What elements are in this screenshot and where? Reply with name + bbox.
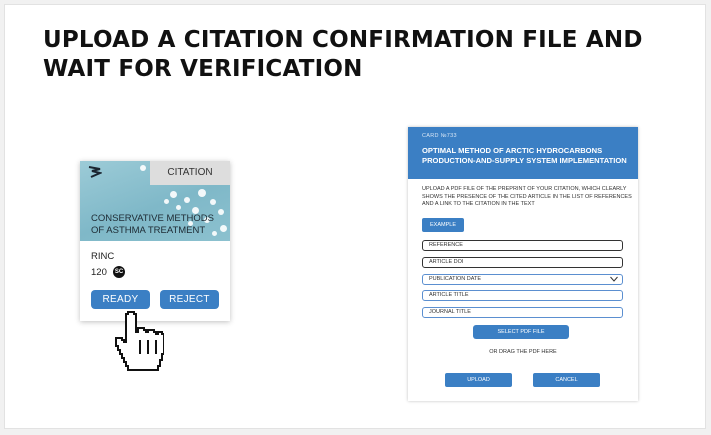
card-image: CITATION CONSERVATIVE METHODS OF ASTHMA …	[80, 161, 230, 241]
article-title-field[interactable]: ARTICLE TITLE	[422, 290, 623, 301]
ready-button[interactable]: READY	[91, 290, 150, 309]
sc-icon: SC	[113, 266, 125, 278]
publication-date-label: PUBLICATION DATE	[429, 276, 482, 282]
article-doi-field[interactable]: ARTICLE DOI	[422, 257, 623, 268]
form-description: UPLOAD A PDF FILE OF THE PREPRINT OF YOU…	[422, 186, 632, 207]
reject-button[interactable]: REJECT	[160, 290, 219, 309]
example-button[interactable]: EXAMPLE	[422, 218, 464, 232]
card-label: RINC	[91, 251, 115, 262]
journal-title-field[interactable]: JOURNAL TITLE	[422, 307, 623, 318]
page-headline: UPLOAD A CITATION CONFIRMATION FILE AND …	[43, 27, 643, 82]
citation-tag: CITATION	[150, 161, 230, 185]
citation-card: CITATION CONSERVATIVE METHODS OF ASTHMA …	[80, 161, 230, 321]
card-count: 120	[91, 267, 107, 278]
logo-icon	[88, 166, 102, 178]
card-number: CARD №733	[422, 133, 457, 139]
drag-drop-note: OR DRAG THE PDF HERE	[489, 349, 557, 355]
publication-date-select[interactable]: PUBLICATION DATE	[422, 274, 623, 285]
upload-button[interactable]: UPLOAD	[445, 373, 512, 387]
cancel-button[interactable]: CANCEL	[533, 373, 600, 387]
select-pdf-button[interactable]: SELECT PDF FILE	[473, 325, 569, 339]
hand-cursor-icon	[115, 311, 164, 371]
reference-field[interactable]: REFERENCE	[422, 240, 623, 251]
upload-form: CARD №733 OPTIMAL METHOD OF ARCTIC HYDRO…	[408, 127, 638, 401]
card-title: CONSERVATIVE METHODS OF ASTHMA TREATMENT	[91, 213, 214, 236]
form-title: OPTIMAL METHOD OF ARCTIC HYDROCARBONS PR…	[422, 146, 627, 165]
chevron-down-icon	[610, 276, 618, 282]
form-header: CARD №733 OPTIMAL METHOD OF ARCTIC HYDRO…	[408, 127, 638, 179]
